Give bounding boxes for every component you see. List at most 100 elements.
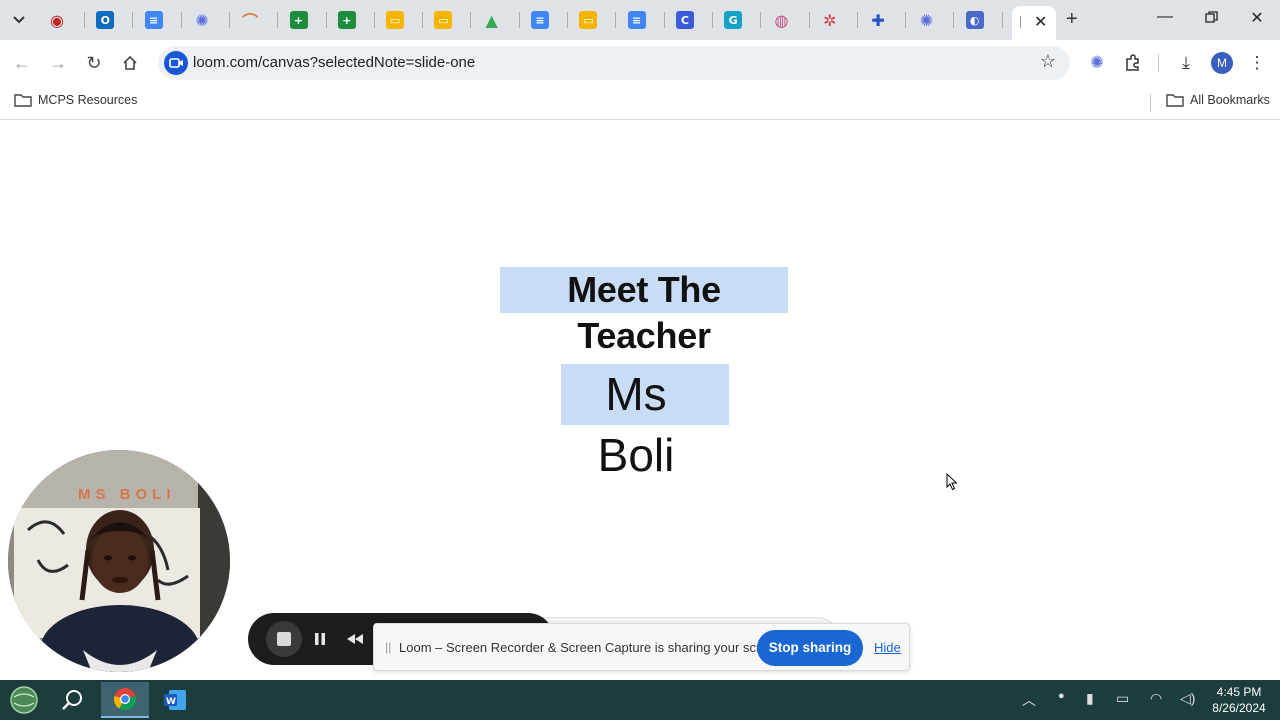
clock-date: 8/26/2024 xyxy=(1212,701,1266,715)
docs-icon: ≡ xyxy=(144,11,163,29)
tab-divider xyxy=(180,12,182,28)
restore-button[interactable] xyxy=(1196,8,1226,29)
docs-icon: ≡ xyxy=(531,11,549,29)
all-bookmarks-label: All Bookmarks xyxy=(1190,93,1270,107)
tab-close-icon[interactable]: ✕ xyxy=(1034,12,1047,32)
address-bar[interactable]: loom.com/canvas?selectedNote=slide-one ☆ xyxy=(158,46,1070,80)
slides-icon: ▭ xyxy=(434,11,453,29)
battery-icon[interactable]: ▭ xyxy=(1116,690,1129,707)
browser-tab[interactable]: ◉ xyxy=(48,7,66,33)
stop-square-icon xyxy=(277,632,291,646)
circle-logo-icon: ◍ xyxy=(774,10,789,30)
tab-divider xyxy=(470,12,472,28)
word-taskbar-button[interactable]: W xyxy=(155,684,195,716)
windows-taskbar: W ︿ ● ▮ ▭ ◠ ◁) 4:45 PM 8/26/2024 xyxy=(0,680,1280,720)
stop-recording-button[interactable] xyxy=(266,621,302,657)
tab-divider xyxy=(325,12,327,28)
volume-icon[interactable]: ◁) xyxy=(1180,690,1195,707)
browser-tab[interactable]: ✲ xyxy=(821,7,839,33)
bookmark-star-icon[interactable]: ☆ xyxy=(1040,51,1056,72)
outlook-icon: O xyxy=(96,11,115,29)
browser-tab[interactable]: ✺ xyxy=(917,7,935,33)
browser-tab[interactable]: ▲ xyxy=(483,7,501,33)
forward-button[interactable]: → xyxy=(46,51,70,75)
loom-site-icon[interactable] xyxy=(164,51,188,75)
tab-divider xyxy=(808,12,810,28)
stop-sharing-button[interactable]: Stop sharing xyxy=(757,630,863,666)
share-message: Loom – Screen Recorder & Screen Capture … xyxy=(399,640,786,655)
browser-tab[interactable]: + xyxy=(337,7,356,33)
webcam-bubble[interactable]: MS BOLI xyxy=(8,450,230,672)
pause-recording-button[interactable] xyxy=(307,626,333,652)
browser-tab[interactable]: ≡ xyxy=(531,7,549,33)
browser-tab[interactable]: C xyxy=(675,7,694,33)
globe-start-icon xyxy=(10,686,38,714)
teacher-name[interactable]: Ms Boli xyxy=(561,364,729,481)
chrome-taskbar-button[interactable] xyxy=(101,682,149,718)
browser-tab[interactable]: ✺ xyxy=(193,7,211,33)
drag-handle-icon[interactable]: || xyxy=(385,640,391,654)
close-window-button[interactable]: ✕ xyxy=(1242,8,1272,28)
browser-tab[interactable]: ≡ xyxy=(627,7,646,33)
browser-tab[interactable]: G xyxy=(724,7,743,33)
tab-divider xyxy=(84,12,85,28)
browser-tab[interactable]: ⌒ xyxy=(241,7,259,33)
asterisk-icon: ✺ xyxy=(919,10,934,30)
profile-avatar[interactable]: M xyxy=(1211,52,1233,74)
wifi-icon[interactable]: ◠ xyxy=(1150,690,1162,707)
new-tab-button[interactable]: + xyxy=(1066,8,1078,31)
home-button[interactable] xyxy=(118,51,142,75)
puzzle-icon: ✚ xyxy=(871,10,885,30)
menu-kebab-icon[interactable]: ⋮ xyxy=(1246,52,1268,74)
tab-favicon-placeholder xyxy=(1020,16,1021,28)
hide-link[interactable]: Hide xyxy=(874,640,901,655)
start-button[interactable] xyxy=(4,684,44,716)
minimize-button[interactable]: — xyxy=(1150,8,1180,26)
usb-device-icon[interactable]: ▮ xyxy=(1086,690,1094,707)
browser-tab[interactable]: ✚ xyxy=(869,7,887,33)
search-taskbar-button[interactable] xyxy=(53,684,93,716)
system-clock[interactable]: 4:45 PM 8/26/2024 xyxy=(1204,684,1274,716)
browser-tab[interactable]: + xyxy=(289,7,308,33)
tray-chevron-up-icon[interactable]: ︿ xyxy=(1022,690,1036,710)
tab-active-loom[interactable]: ✕ xyxy=(1012,6,1056,40)
tab-divider xyxy=(615,12,617,28)
download-icon[interactable]: ⤓ xyxy=(1175,52,1197,74)
slides-icon: ▭ xyxy=(386,11,405,29)
tab-divider xyxy=(422,12,424,28)
tab-divider xyxy=(373,12,375,28)
reload-button[interactable]: ↻ xyxy=(82,51,106,75)
browser-tab[interactable]: ▭ xyxy=(579,7,598,33)
restart-recording-button[interactable] xyxy=(342,626,368,652)
browser-tab[interactable]: ≡ xyxy=(144,7,163,33)
tab-divider xyxy=(567,12,568,28)
asterisk-extension-icon[interactable]: ✺ xyxy=(1086,52,1108,74)
browser-tab[interactable]: ◍ xyxy=(773,7,791,33)
tab-divider xyxy=(711,12,713,28)
browser-tab[interactable]: ▭ xyxy=(386,7,405,33)
slide-title[interactable]: Meet The Teacher xyxy=(500,267,788,356)
url-text[interactable]: loom.com/canvas?selectedNote=slide-one xyxy=(193,54,475,71)
screen-share-banner: || Loom – Screen Recorder & Screen Captu… xyxy=(373,623,910,671)
microphone-icon[interactable]: ● xyxy=(1058,690,1065,702)
extensions-puzzle-icon[interactable] xyxy=(1122,52,1144,74)
back-button[interactable]: ← xyxy=(10,51,34,75)
tab-search-chevron-icon[interactable] xyxy=(8,9,30,31)
c-icon: C xyxy=(675,11,694,29)
chat-icon: ◐ xyxy=(965,11,984,29)
webcam-feed-image xyxy=(8,450,230,672)
clock-time: 4:45 PM xyxy=(1216,685,1262,699)
asterisk-icon: ✺ xyxy=(195,10,209,30)
sheets-icon: + xyxy=(337,11,356,29)
sheets-icon: + xyxy=(289,11,308,29)
bookmarks-divider xyxy=(1150,94,1151,112)
browser-tab[interactable]: ▭ xyxy=(434,7,453,33)
bookmark-mcps-resources[interactable]: MCPS Resources xyxy=(14,93,137,107)
tab-strip: ◉ O ≡ ✺ ⌒ + + ▭ ▭ ▲ ≡ ▭ ≡ C G ◍ ✲ ✚ ✺ ◐ ✕ + — ✕ xyxy=(0,0,1280,40)
browser-tab[interactable]: ◐ xyxy=(965,7,984,33)
tab-divider xyxy=(905,12,907,28)
webcam-banner-text: MS BOLI xyxy=(78,486,176,503)
all-bookmarks-button[interactable]: All Bookmarks xyxy=(1166,93,1270,107)
docs-icon: ≡ xyxy=(627,11,646,29)
browser-tab[interactable]: O xyxy=(96,7,115,33)
